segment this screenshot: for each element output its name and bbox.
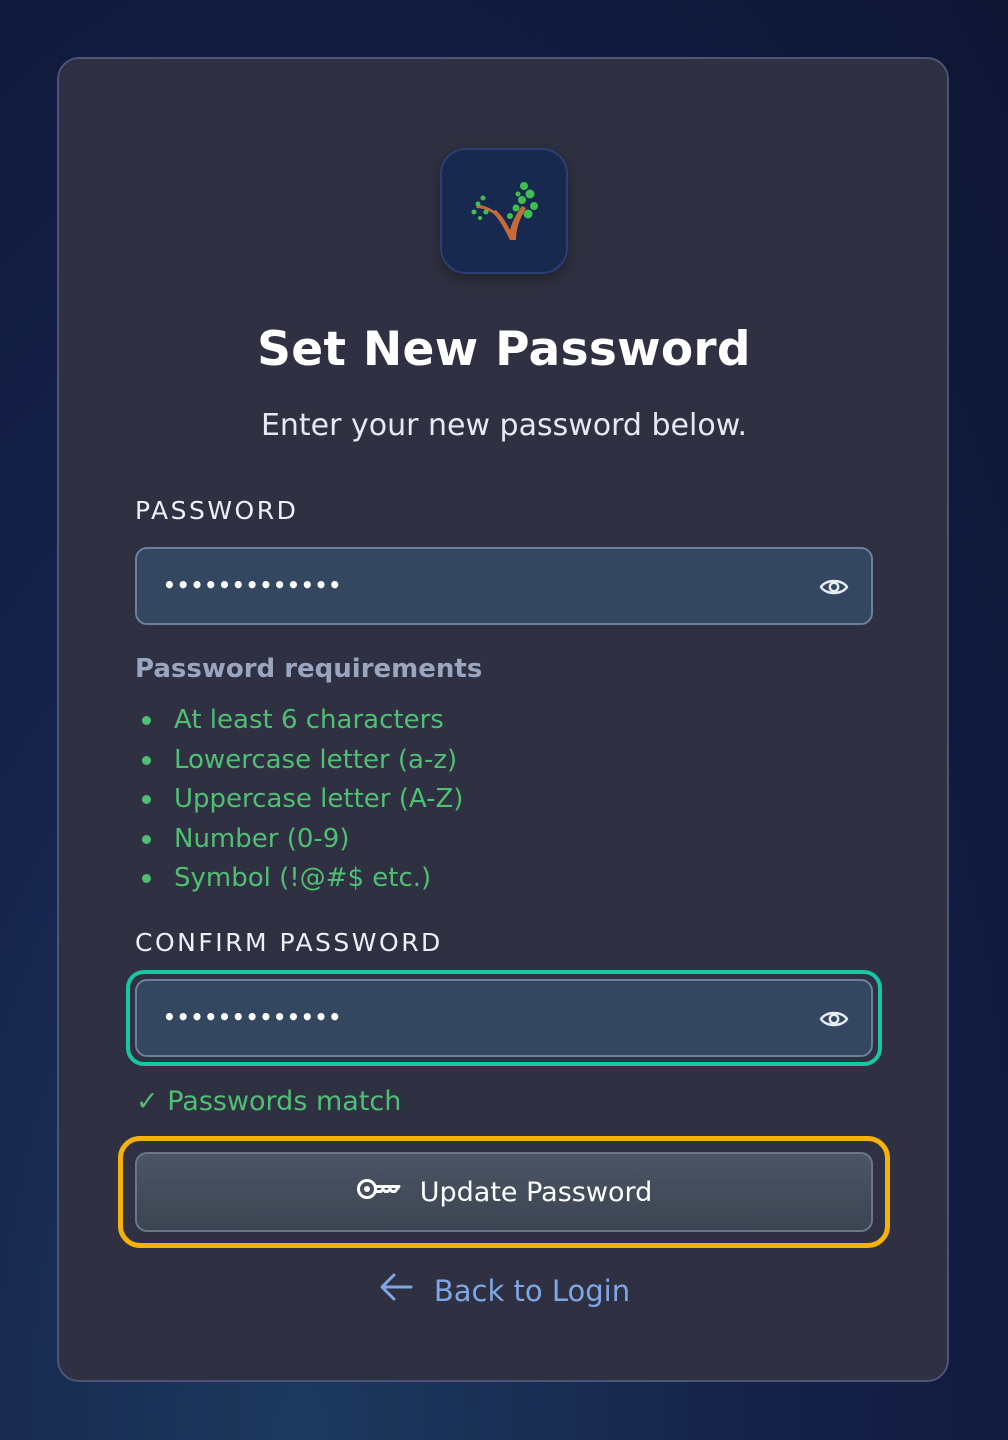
requirement-item: Lowercase letter (a-z) — [140, 740, 463, 780]
back-to-login-label: Back to Login — [433, 1273, 631, 1308]
requirement-item: Number (0-9) — [140, 819, 463, 859]
requirement-item: Uppercase letter (A-Z) — [140, 779, 463, 819]
passwords-match-status: ✓ Passwords match — [136, 1086, 402, 1117]
requirements-list: At least 6 characters Lowercase letter (… — [140, 700, 463, 898]
tree-logo-icon — [471, 182, 538, 240]
confirm-password-field[interactable]: ••••••••••••• — [135, 979, 873, 1057]
key-icon — [356, 1176, 402, 1209]
confirm-password-label: CONFIRM PASSWORD — [135, 928, 443, 957]
requirements-title: Password requirements — [135, 654, 483, 684]
page-subtitle: Enter your new password below. — [260, 408, 748, 443]
requirement-item: Symbol (!@#$ etc.) — [140, 858, 463, 898]
eye-icon[interactable] — [819, 575, 849, 603]
arrow-left-icon — [378, 1272, 414, 1309]
update-password-label: Update Password — [419, 1176, 653, 1208]
eye-icon[interactable] — [819, 1007, 849, 1035]
page-title: Set New Password — [257, 322, 751, 377]
password-value: ••••••••••••• — [163, 573, 343, 597]
back-to-login-link[interactable]: Back to Login — [0, 1272, 1008, 1309]
password-field[interactable]: ••••••••••••• — [135, 547, 873, 625]
update-password-button[interactable]: Update Password — [135, 1152, 873, 1232]
password-label: PASSWORD — [135, 496, 299, 525]
requirement-item: At least 6 characters — [140, 700, 463, 740]
confirm-password-value: ••••••••••••• — [163, 1005, 343, 1029]
app-logo — [440, 148, 568, 274]
